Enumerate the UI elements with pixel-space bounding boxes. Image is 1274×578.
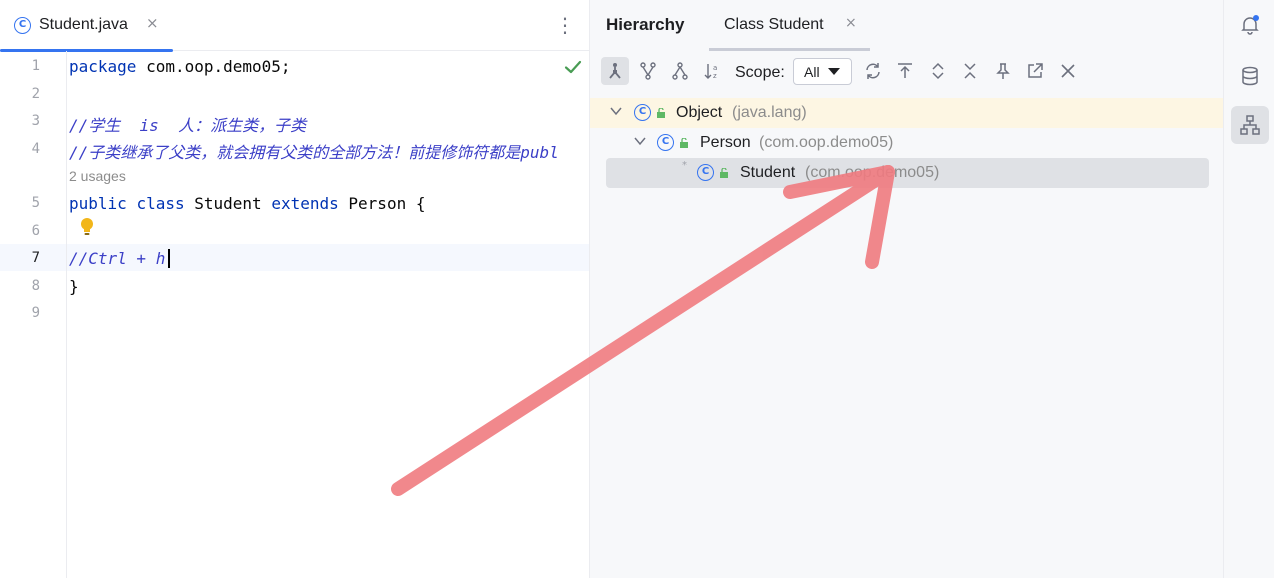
keyword: package: [69, 57, 137, 76]
editor-tab-student-java[interactable]: C Student.java ×: [0, 0, 173, 52]
line-number: 5: [31, 195, 40, 211]
no-problems-check-icon[interactable]: [564, 58, 582, 76]
chevron-down-icon: [828, 68, 840, 75]
tab-close-icon[interactable]: ×: [845, 15, 857, 31]
node-name: Person: [700, 134, 751, 151]
class-icon: C: [697, 164, 714, 181]
tab-close-icon[interactable]: ×: [146, 14, 159, 32]
hierarchy-tool-window: Hierarchy Class Student × az Scope: All: [589, 0, 1224, 578]
svg-text:z: z: [713, 72, 717, 80]
line-number-current: 7: [31, 250, 40, 266]
code-line-7-comment[interactable]: //Ctrl + h: [69, 249, 165, 268]
open-brace: {: [415, 194, 426, 213]
close-icon[interactable]: [1054, 57, 1082, 85]
svg-text:a: a: [713, 64, 717, 72]
line-number: 2: [31, 86, 40, 102]
subtypes-icon[interactable]: [666, 57, 694, 85]
code-line-4-comment[interactable]: //子类继承了父类，就会拥有父类的全部方法！前提修饰符都是publ: [69, 139, 589, 163]
refresh-icon[interactable]: [859, 57, 887, 85]
node-package: (com.oop.demo05): [805, 164, 940, 181]
sort-alpha-icon[interactable]: az: [699, 57, 727, 85]
class-hierarchy-icon[interactable]: [601, 57, 629, 85]
node-name: Object: [676, 104, 723, 121]
editor-tab-bar: C Student.java × ⋮: [0, 0, 589, 52]
hierarchy-icon[interactable]: [1231, 106, 1269, 144]
line-number: 8: [31, 278, 40, 294]
tool-window-title: Hierarchy: [606, 15, 685, 34]
line-number: 1: [31, 58, 40, 74]
class-icon: C: [634, 104, 651, 121]
usages-hint[interactable]: 2 usages: [69, 168, 126, 184]
class-name: Student: [194, 194, 262, 213]
public-access-icon: [657, 108, 665, 118]
code-line-5[interactable]: public class Student extends Person {: [69, 194, 425, 213]
scroll-to-source-icon[interactable]: [891, 57, 919, 85]
code-editor[interactable]: C Student.java × ⋮ 1 2 3 4 5 6 7 8 9 pac…: [0, 0, 589, 578]
tree-node-student[interactable]: * C Student (com.oop.demo05): [606, 158, 1209, 188]
code-line-3-comment[interactable]: //学生 is 人：派生类，子类: [69, 112, 306, 136]
chevron-down-icon[interactable]: [633, 134, 647, 148]
editor-tab-label: Student.java: [39, 16, 128, 33]
hierarchy-toolbar: az Scope: All: [590, 51, 1224, 93]
collapse-all-icon[interactable]: [956, 57, 984, 85]
database-icon[interactable]: [1231, 57, 1269, 95]
line-number: 4: [31, 141, 40, 157]
pin-icon[interactable]: [989, 57, 1017, 85]
text-caret: [168, 249, 170, 268]
parent-class-name: Person: [348, 194, 407, 213]
scope-label: Scope:: [735, 64, 785, 81]
line-number-gutter: 1 2 3 4 5 6 7 8 9: [0, 51, 67, 578]
node-package: (java.lang): [732, 104, 807, 121]
scope-value: All: [804, 64, 820, 80]
chevron-down-icon[interactable]: [609, 104, 623, 118]
current-class-marker-icon: *: [682, 160, 687, 171]
tab-class-student[interactable]: Class Student ×: [709, 0, 870, 51]
notifications-icon[interactable]: [1231, 6, 1269, 44]
package-name: com.oop.demo05;: [136, 57, 291, 76]
line-number: 6: [31, 223, 40, 239]
public-access-icon: [720, 168, 728, 178]
more-options-icon[interactable]: ⋮: [555, 12, 575, 38]
keyword: public: [69, 194, 127, 213]
scope-dropdown[interactable]: All: [793, 58, 852, 85]
node-package: (com.oop.demo05): [759, 134, 894, 151]
class-icon: C: [14, 17, 31, 34]
right-tool-strip: [1223, 0, 1274, 578]
line-number: 3: [31, 113, 40, 129]
tab-label: Class Student: [724, 16, 824, 33]
public-access-icon: [680, 138, 688, 148]
node-name: Student: [740, 164, 796, 181]
class-icon: C: [657, 134, 674, 151]
hierarchy-tree: C Object (java.lang) C Person (com.oop.d…: [590, 98, 1224, 198]
keyword: class: [136, 194, 185, 213]
hierarchy-header: Hierarchy Class Student ×: [590, 0, 1224, 51]
code-line-1[interactable]: package com.oop.demo05;: [69, 57, 291, 76]
tree-node-person[interactable]: C Person (com.oop.demo05): [590, 128, 1224, 158]
line-number: 9: [31, 305, 40, 321]
expand-all-icon[interactable]: [924, 57, 952, 85]
open-in-window-icon[interactable]: [1021, 57, 1049, 85]
keyword: extends: [271, 194, 339, 213]
supertypes-icon[interactable]: [634, 57, 662, 85]
lightbulb-icon[interactable]: [79, 216, 95, 238]
tree-node-object[interactable]: C Object (java.lang): [590, 98, 1224, 128]
code-line-8[interactable]: }: [69, 277, 79, 296]
